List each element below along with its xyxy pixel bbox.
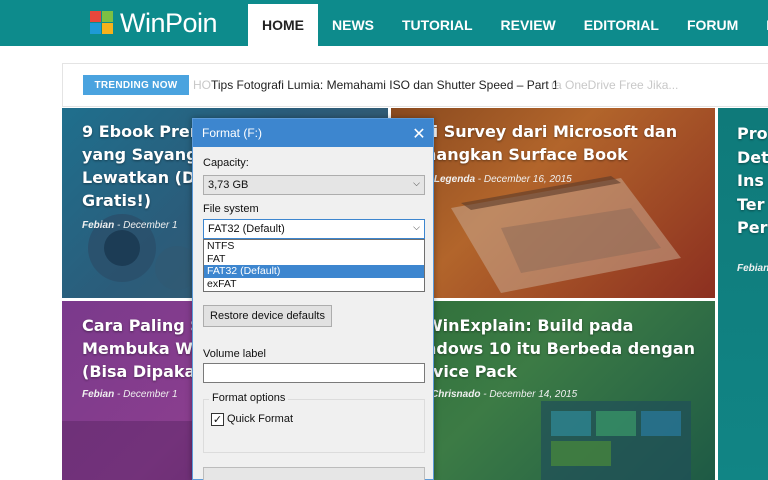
file-system-dropdown: NTFS FAT FAT32 (Default) exFAT <box>203 239 425 292</box>
chevron-down-icon: ⌵ <box>413 222 420 232</box>
article-card[interactable]: ti Survey dari Microsoft dan nangkan Sur… <box>391 108 715 298</box>
article-title[interactable]: Pro Det Ins Ter Per <box>737 122 768 240</box>
capacity-value: 3,73 GB <box>208 179 249 191</box>
file-system-value: FAT32 (Default) <box>208 223 285 235</box>
trending-faded-right: ra OneDrive Free Jika... <box>551 78 679 92</box>
article-meta: Febian <box>737 263 768 274</box>
nav-home[interactable]: HOME <box>248 4 318 46</box>
trending-faded-left: HO <box>193 78 211 92</box>
article-author[interactable]: Febian <box>737 263 768 274</box>
nav-tutorial[interactable]: TUTORIAL <box>388 4 487 46</box>
nav-editorial[interactable]: EDITORIAL <box>570 4 673 46</box>
trending-bar: TRENDING NOW HO Tips Fotografi Lumia: Me… <box>62 63 768 107</box>
file-system-label: File system <box>203 203 259 215</box>
capacity-select[interactable]: 3,73 GB ⌵ <box>203 175 425 195</box>
logo-text: WinPoin <box>120 7 218 38</box>
quick-format-label: Quick Format <box>227 413 294 425</box>
article-card[interactable]: WinExplain: Build pada ndows 10 itu Berb… <box>391 301 715 480</box>
restore-defaults-button[interactable]: Restore device defaults <box>203 305 332 327</box>
close-icon[interactable]: ✕ <box>407 121 431 145</box>
article-date: - December 1 <box>114 220 178 231</box>
format-options-label: Format options <box>209 392 289 404</box>
article-meta: Febian - December 1 <box>82 220 178 231</box>
fs-option-fat32[interactable]: FAT32 (Default) <box>204 265 424 278</box>
windows-logo-icon <box>90 11 116 35</box>
article-date: - December 14, 2015 <box>480 389 578 400</box>
nav-events[interactable]: EV <box>752 4 768 46</box>
article-author[interactable]: Febian <box>82 220 114 231</box>
site-logo[interactable]: WinPoin <box>90 7 218 38</box>
dialog-title: Format (F:) <box>193 119 433 147</box>
site-header: WinPoin HOME NEWS TUTORIAL REVIEW EDITOR… <box>0 0 768 46</box>
article-author[interactable]: Chrisnado <box>431 389 480 400</box>
fs-option-exfat[interactable]: exFAT <box>204 278 424 291</box>
volume-label-input[interactable] <box>203 363 425 383</box>
fs-option-fat[interactable]: FAT <box>204 253 424 266</box>
article-meta: Febian - December 1 <box>82 389 178 400</box>
article-title[interactable]: WinExplain: Build pada ndows 10 itu Berb… <box>425 314 715 383</box>
format-progress-bar <box>203 467 425 480</box>
nav-news[interactable]: NEWS <box>318 4 388 46</box>
article-date: - December 16, 2015 <box>475 174 572 185</box>
format-dialog: Format (F:) ✕ Capacity: 3,73 GB ⌵ File s… <box>192 118 434 480</box>
article-meta: n Legenda - December 16, 2015 <box>425 174 572 185</box>
quick-format-checkbox[interactable]: ✓ <box>211 413 224 426</box>
capacity-label: Capacity: <box>203 157 249 169</box>
nav-review[interactable]: REVIEW <box>487 4 570 46</box>
article-meta: Chrisnado - December 14, 2015 <box>431 389 577 400</box>
trending-badge: TRENDING NOW <box>83 75 189 95</box>
article-card[interactable]: Pro Det Ins Ter Per Febian <box>718 108 768 480</box>
chevron-down-icon: ⌵ <box>413 178 420 188</box>
format-options-group <box>203 399 425 453</box>
article-date: - December 1 <box>114 389 178 400</box>
fs-option-ntfs[interactable]: NTFS <box>204 240 424 253</box>
volume-label-label: Volume label <box>203 348 266 360</box>
file-system-select[interactable]: FAT32 (Default) ⌵ <box>203 219 425 239</box>
nav-forum[interactable]: FORUM <box>673 4 752 46</box>
article-title[interactable]: ti Survey dari Microsoft dan nangkan Sur… <box>425 120 715 166</box>
article-author[interactable]: Febian <box>82 389 114 400</box>
main-nav: HOME NEWS TUTORIAL REVIEW EDITORIAL FORU… <box>248 4 768 46</box>
trending-headline[interactable]: Tips Fotografi Lumia: Memahami ISO dan S… <box>211 78 559 92</box>
